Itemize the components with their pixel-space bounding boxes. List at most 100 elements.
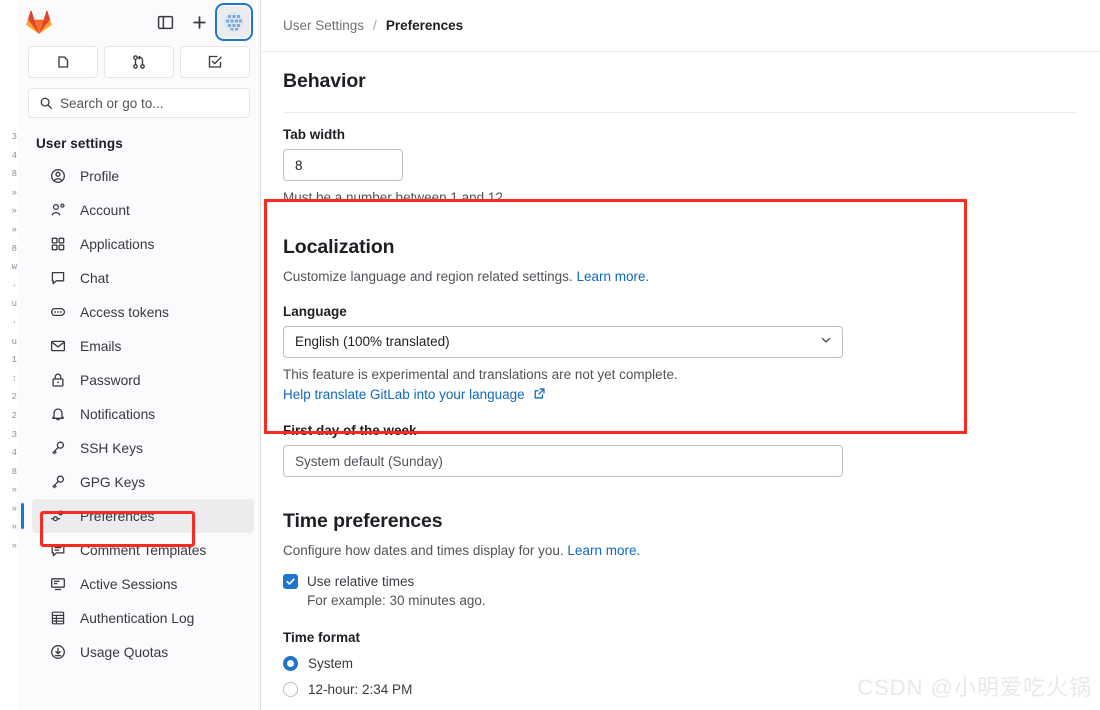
sidebar-item-password[interactable]: Password xyxy=(32,363,254,397)
radio-system[interactable] xyxy=(283,656,298,672)
language-label: Language xyxy=(283,303,347,319)
divider xyxy=(283,112,1078,113)
lock-icon xyxy=(50,372,66,388)
tab-width-input[interactable] xyxy=(283,149,403,181)
sidebar-item-comment-templates[interactable]: Comment Templates xyxy=(32,533,254,567)
sidebar-item-label: Applications xyxy=(80,236,155,252)
monitor-icon xyxy=(50,576,66,592)
gitlab-logo[interactable] xyxy=(22,5,56,39)
tab-width-help: Must be a number between 1 and 12 xyxy=(283,190,503,205)
translate-gitlab-link[interactable]: Help translate GitLab into your language xyxy=(283,387,525,402)
radio-system-label: System xyxy=(308,656,354,672)
edge-artifact-text: 3 4 8 » » » 8 w · u · u 1 : 2 2 3 4 8 » … xyxy=(11,132,17,552)
localization-heading: Localization xyxy=(283,235,395,258)
sidebar-item-label: Usage Quotas xyxy=(80,644,169,660)
watermark: CSDN @小明爱吃火锅 xyxy=(857,675,1092,700)
radio-12-hour-label: 12-hour: 2:34 PM xyxy=(308,682,413,698)
sidebar-item-label: Chat xyxy=(80,270,110,286)
breadcrumb-current[interactable]: Preferences xyxy=(386,18,463,33)
preferences-sliders-icon xyxy=(50,508,66,524)
todo-checkbox-icon[interactable] xyxy=(180,46,250,78)
time-format-label: Time format xyxy=(283,630,361,646)
sidebar-item-access-tokens[interactable]: Access tokens xyxy=(32,295,254,329)
key-icon xyxy=(50,474,66,490)
breadcrumb-separator: / xyxy=(373,18,377,33)
tab-width-label: Tab width xyxy=(283,127,345,142)
radio-12-hour[interactable] xyxy=(283,682,298,698)
settings-content: Behavior Tab width Must be a number betw… xyxy=(261,70,1100,698)
search-input[interactable]: Search or go to... xyxy=(28,88,250,118)
sidebar-quick-actions xyxy=(18,44,260,78)
time-preferences-learn-more-link[interactable]: Learn more. xyxy=(567,543,640,558)
sidebar-item-label: Account xyxy=(80,202,130,218)
editor-edge-artifact: 3 4 8 » » » 8 w · u · u 1 : 2 2 3 4 8 » … xyxy=(0,0,18,710)
applications-grid-icon xyxy=(50,236,66,252)
translate-link-row: Help translate GitLab into your language xyxy=(283,386,1078,405)
sidebar-item-emails[interactable]: Emails xyxy=(32,329,254,363)
sidebar-item-label: Preferences xyxy=(80,508,155,524)
language-help: This feature is experimental and transla… xyxy=(283,366,678,382)
user-avatar-icon[interactable] xyxy=(215,3,253,41)
time-preferences-heading: Time preferences xyxy=(283,510,443,533)
sidebar-item-label: Notifications xyxy=(80,406,156,422)
merge-request-icon[interactable] xyxy=(104,46,174,78)
app-window: 3 4 8 » » » 8 w · u · u 1 : 2 2 3 4 8 » … xyxy=(0,0,1100,710)
token-icon xyxy=(50,304,66,320)
relative-times-checkbox[interactable] xyxy=(283,574,298,590)
sidebar-item-authentication-log[interactable]: Authentication Log xyxy=(32,601,254,635)
localization-learn-more-link[interactable]: Learn more. xyxy=(576,269,649,284)
sidebar-item-label: Authentication Log xyxy=(80,610,195,626)
breadcrumb: User Settings / Preferences xyxy=(261,0,1100,52)
relative-times-row: Use relative times For example: 30 minut… xyxy=(283,572,1078,608)
sidebar-item-label: Access tokens xyxy=(80,304,169,320)
first-day-select[interactable]: System default (Sunday) xyxy=(283,445,843,478)
relative-times-example: For example: 30 minutes ago. xyxy=(307,593,486,609)
language-select-wrap: English (100% translated) xyxy=(283,325,843,358)
sidebar-item-applications[interactable]: Applications xyxy=(32,227,254,261)
sidebar-item-label: Active Sessions xyxy=(80,576,178,592)
panel-toggle-icon[interactable] xyxy=(150,7,180,37)
time-preferences-description-text: Configure how dates and times display fo… xyxy=(283,543,564,559)
sidebar-item-account[interactable]: Account xyxy=(32,193,254,227)
check-icon xyxy=(286,578,295,585)
sidebar-item-label: SSH Keys xyxy=(80,440,143,456)
search-placeholder: Search or go to... xyxy=(60,95,164,111)
language-select[interactable]: English (100% translated) xyxy=(283,325,843,358)
sidebar-item-gpg-keys[interactable]: GPG Keys xyxy=(32,465,254,499)
sidebar-item-usage-quotas[interactable]: Usage Quotas xyxy=(32,635,254,669)
breadcrumb-parent[interactable]: User Settings xyxy=(283,18,364,33)
main-content: User Settings / Preferences Behavior Tab… xyxy=(261,0,1100,710)
time-preferences-description: Configure how dates and times display fo… xyxy=(283,543,1078,558)
sidebar-section-title: User settings xyxy=(36,136,123,151)
sidebar-item-ssh-keys[interactable]: SSH Keys xyxy=(32,431,254,465)
first-day-label: First day of the week xyxy=(283,423,417,439)
sidebar-item-label: Profile xyxy=(80,168,120,184)
sidebar-item-profile[interactable]: Profile xyxy=(32,159,254,193)
log-grid-icon xyxy=(50,610,66,626)
sidebar-item-active-sessions[interactable]: Active Sessions xyxy=(32,567,254,601)
user-circle-icon xyxy=(50,168,66,184)
chat-bubble-icon xyxy=(50,270,66,286)
download-circle-icon xyxy=(50,644,66,660)
sidebar-item-chat[interactable]: Chat xyxy=(32,261,254,295)
sidebar-item-preferences[interactable]: Preferences xyxy=(21,499,254,533)
sidebar-item-label: GPG Keys xyxy=(80,474,146,490)
sidebar-item-label: Comment Templates xyxy=(80,542,207,558)
account-gear-icon xyxy=(50,202,66,218)
issues-icon[interactable] xyxy=(28,46,98,78)
behavior-heading: Behavior xyxy=(283,70,366,92)
sidebar-item-label: Password xyxy=(80,372,141,388)
bell-icon xyxy=(50,406,66,422)
sidebar-item-label: Emails xyxy=(80,338,122,354)
localization-description: Customize language and region related se… xyxy=(283,269,1078,284)
sidebar-item-notifications[interactable]: Notifications xyxy=(32,397,254,431)
key-icon xyxy=(50,440,66,456)
search-icon xyxy=(40,97,52,109)
sidebar: Search or go to... User settings Profile xyxy=(18,0,261,710)
external-link-icon xyxy=(533,387,546,405)
localization-description-text: Customize language and region related se… xyxy=(283,268,573,284)
envelope-icon xyxy=(50,338,66,354)
plus-icon[interactable] xyxy=(184,7,214,37)
comment-lines-icon xyxy=(50,542,66,558)
relative-times-label: Use relative times xyxy=(307,574,415,590)
